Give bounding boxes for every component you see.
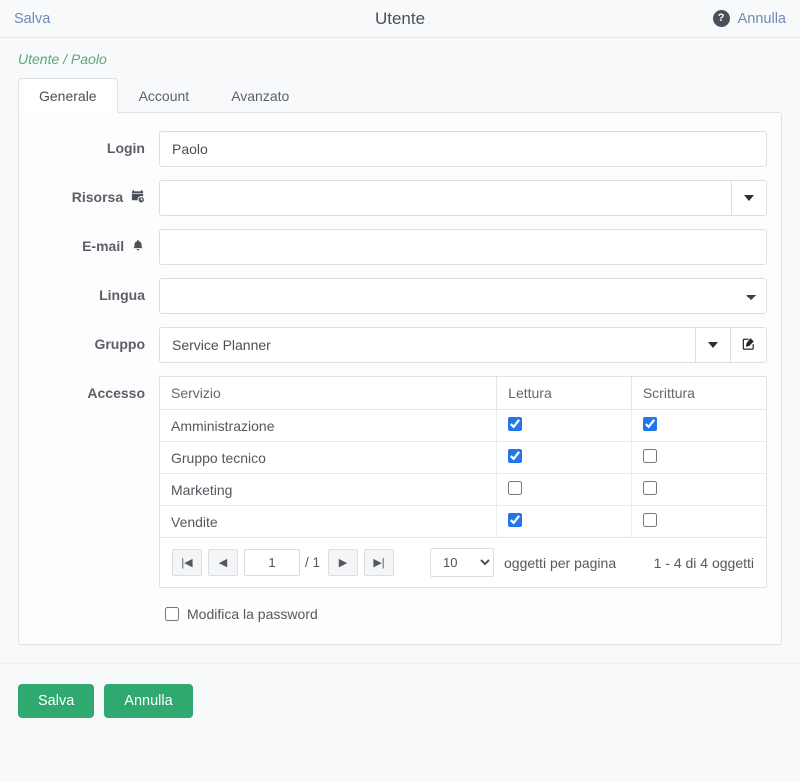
- cell-lettura: [496, 505, 632, 538]
- form-row-gruppo: Gruppo: [19, 327, 767, 363]
- cell-servizio: Vendite: [160, 505, 497, 538]
- form-row-login: Login: [19, 131, 767, 167]
- toolbar-right-group: ? Annulla: [712, 10, 786, 27]
- tab-avanzato[interactable]: Avanzato: [210, 78, 310, 113]
- risorsa-input-group: [159, 180, 767, 216]
- login-input[interactable]: [159, 131, 767, 167]
- change-password-label: Modifica la password: [187, 606, 318, 622]
- table-row: Vendite: [160, 505, 766, 538]
- question-circle-icon[interactable]: ?: [712, 10, 730, 27]
- email-field-wrap: [159, 229, 767, 265]
- cell-scrittura: [630, 441, 766, 474]
- email-label-text: E-mail: [82, 238, 125, 254]
- table-header-row: Servizio Lettura Scrittura: [160, 377, 766, 410]
- table-row: Marketing: [160, 473, 766, 506]
- save-button[interactable]: Salva: [18, 684, 95, 718]
- accesso-field-wrap: Servizio Lettura Scrittura Amministrazio…: [159, 376, 767, 588]
- page-number-input[interactable]: [244, 549, 300, 576]
- form-row-accesso: Accesso Servizio Lettura Scrittura Ammin…: [19, 376, 767, 588]
- gruppo-input-group: [159, 327, 767, 363]
- lingua-label: Lingua: [99, 287, 145, 303]
- gruppo-input[interactable]: [159, 327, 695, 363]
- resource-calendar-icon: [130, 189, 145, 207]
- caret-down-icon: [708, 342, 718, 348]
- table-row: Amministrazione: [160, 409, 766, 442]
- per-page-label: oggetti per pagina: [504, 554, 617, 571]
- cancel-button[interactable]: Annulla: [104, 684, 193, 718]
- login-field-wrap: [159, 131, 767, 167]
- access-table-container: Servizio Lettura Scrittura Amministrazio…: [159, 376, 767, 588]
- access-table-body: Amministrazione Gruppo tecnico Marketing…: [160, 409, 766, 538]
- breadcrumb: Utente / Paolo: [18, 51, 107, 67]
- scrittura-checkbox[interactable]: [642, 513, 657, 527]
- lettura-checkbox[interactable]: [508, 481, 523, 495]
- top-toolbar: Salva Utente ? Annulla: [0, 0, 800, 38]
- table-row: Gruppo tecnico: [160, 441, 766, 474]
- previous-page-icon[interactable]: ◀: [208, 549, 238, 576]
- scrittura-checkbox[interactable]: [642, 449, 657, 463]
- page-total-label: / 1: [305, 555, 321, 570]
- lettura-checkbox[interactable]: [508, 513, 523, 527]
- next-page-icon[interactable]: ▶: [328, 549, 359, 576]
- access-table-head: Servizio Lettura Scrittura: [160, 377, 766, 410]
- column-header-servizio: Servizio: [160, 377, 497, 410]
- cell-scrittura: [630, 505, 766, 538]
- save-link-button[interactable]: Salva: [14, 11, 50, 27]
- column-header-scrittura: Scrittura: [630, 377, 766, 410]
- cell-lettura: [496, 441, 632, 474]
- footer-actions: Salva Annulla: [0, 663, 800, 738]
- accesso-label: Accesso: [87, 385, 145, 401]
- risorsa-dropdown-button[interactable]: [731, 180, 767, 216]
- tab-generale[interactable]: Generale: [18, 78, 118, 113]
- lingua-select[interactable]: [159, 278, 767, 314]
- lettura-checkbox[interactable]: [508, 449, 523, 463]
- gruppo-label: Gruppo: [94, 336, 145, 352]
- tab-bar: Generale Account Avanzato: [0, 78, 800, 113]
- login-label: Login: [106, 140, 145, 156]
- form-row-lingua: Lingua: [19, 278, 767, 314]
- last-page-icon[interactable]: ▶|: [364, 549, 395, 576]
- tab-account[interactable]: Account: [118, 78, 211, 113]
- gruppo-dropdown-button[interactable]: [695, 327, 731, 363]
- column-header-lettura: Lettura: [496, 377, 632, 410]
- cell-lettura: [496, 473, 632, 506]
- cell-servizio: Amministrazione: [160, 409, 497, 442]
- pagination-bar: |◀ ◀ / 1 ▶ ▶| 10 25 50 100 oggetti per p…: [160, 538, 766, 587]
- gruppo-field-wrap: [159, 327, 767, 363]
- lingua-field-wrap: [159, 278, 767, 314]
- caret-down-icon: [744, 195, 754, 201]
- email-input[interactable]: [159, 229, 767, 265]
- pencil-square-icon: [741, 336, 756, 354]
- scrittura-checkbox[interactable]: [642, 481, 657, 495]
- form-row-email: E-mail: [19, 229, 767, 265]
- risorsa-label-text: Risorsa: [71, 189, 124, 205]
- access-table: Servizio Lettura Scrittura Amministrazio…: [160, 377, 766, 538]
- risorsa-label: Risorsa: [19, 180, 159, 207]
- lettura-checkbox[interactable]: [508, 417, 523, 431]
- cell-scrittura: [630, 473, 766, 506]
- pagination-count-label: 1 - 4 di 4 oggetti: [653, 554, 754, 571]
- toolbar-left-group: Salva: [14, 11, 50, 27]
- cancel-link-button[interactable]: Annulla: [738, 11, 786, 27]
- change-password-checkbox[interactable]: [165, 607, 179, 621]
- general-tab-panel: Login Risorsa: [18, 112, 782, 645]
- cell-servizio: Marketing: [160, 473, 497, 506]
- scrittura-checkbox[interactable]: [642, 417, 657, 431]
- gruppo-edit-button[interactable]: [731, 327, 767, 363]
- cell-scrittura: [630, 409, 766, 442]
- form-row-risorsa: Risorsa: [19, 180, 767, 216]
- bell-icon: [131, 239, 145, 256]
- risorsa-input[interactable]: [159, 180, 731, 216]
- email-label: E-mail: [19, 229, 159, 256]
- change-password-row: Modifica la password: [159, 606, 767, 622]
- risorsa-field-wrap: [159, 180, 767, 216]
- cell-servizio: Gruppo tecnico: [160, 441, 497, 474]
- cell-lettura: [496, 409, 632, 442]
- page-title: Utente: [374, 8, 426, 28]
- first-page-icon[interactable]: |◀: [172, 549, 202, 576]
- per-page-select[interactable]: 10 25 50 100: [430, 548, 495, 577]
